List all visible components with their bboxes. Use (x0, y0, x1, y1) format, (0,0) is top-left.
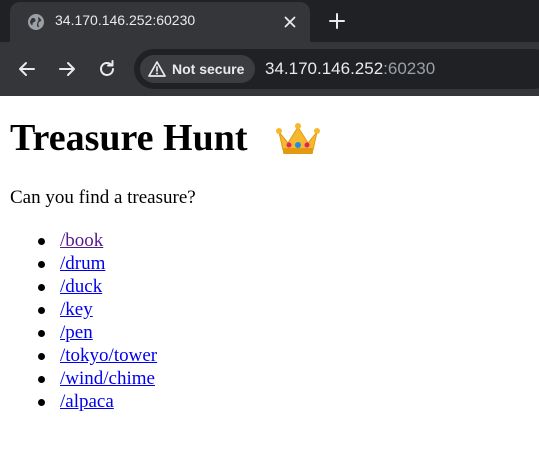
bullet-icon (38, 284, 45, 291)
back-arrow-icon[interactable] (16, 58, 38, 80)
link-book[interactable]: /book (60, 229, 103, 252)
bullet-icon (38, 376, 45, 383)
tab-title: 34.170.146.252:60230 (55, 12, 196, 28)
browser-tab[interactable]: 34.170.146.252:60230 (10, 2, 310, 42)
globe-icon (28, 14, 44, 30)
bullet-icon (38, 238, 45, 245)
link-duck[interactable]: /duck (60, 275, 102, 298)
address-bar[interactable]: Not secure 34.170.146.252:60230 (134, 49, 539, 89)
url-text[interactable]: 34.170.146.252:60230 (265, 59, 435, 79)
bullet-icon (38, 330, 45, 337)
bullet-icon (38, 261, 45, 268)
page-title: Treasure Hunt (10, 117, 248, 159)
link-key[interactable]: /key (60, 298, 93, 321)
close-tab-icon[interactable] (282, 14, 298, 30)
bullet-icon (38, 353, 45, 360)
browser-toolbar: Not secure 34.170.146.252:60230 (0, 42, 539, 96)
forward-arrow-icon[interactable] (56, 58, 78, 80)
link-drum[interactable]: /drum (60, 252, 105, 275)
url-port: :60230 (383, 59, 436, 78)
url-host: 34.170.146.252 (265, 59, 384, 78)
intro-text: Can you find a treasure? (10, 187, 196, 208)
link-wind-chime[interactable]: /wind/chime (60, 367, 155, 390)
link-pen[interactable]: /pen (60, 321, 93, 344)
new-tab-icon[interactable] (328, 12, 346, 30)
page-content: Treasure Hunt Can you find a treasure? /… (0, 96, 539, 449)
tab-strip: 34.170.146.252:60230 (0, 0, 539, 42)
crown-icon (276, 123, 320, 154)
security-indicator[interactable]: Not secure (140, 55, 255, 83)
bullet-icon (38, 399, 45, 406)
link-alpaca[interactable]: /alpaca (60, 390, 114, 413)
bullet-icon (38, 307, 45, 314)
reload-icon[interactable] (96, 58, 118, 80)
link-tokyo-tower[interactable]: /tokyo/tower (60, 344, 157, 367)
warning-triangle-icon (148, 61, 166, 77)
not-secure-label: Not secure (172, 61, 245, 77)
